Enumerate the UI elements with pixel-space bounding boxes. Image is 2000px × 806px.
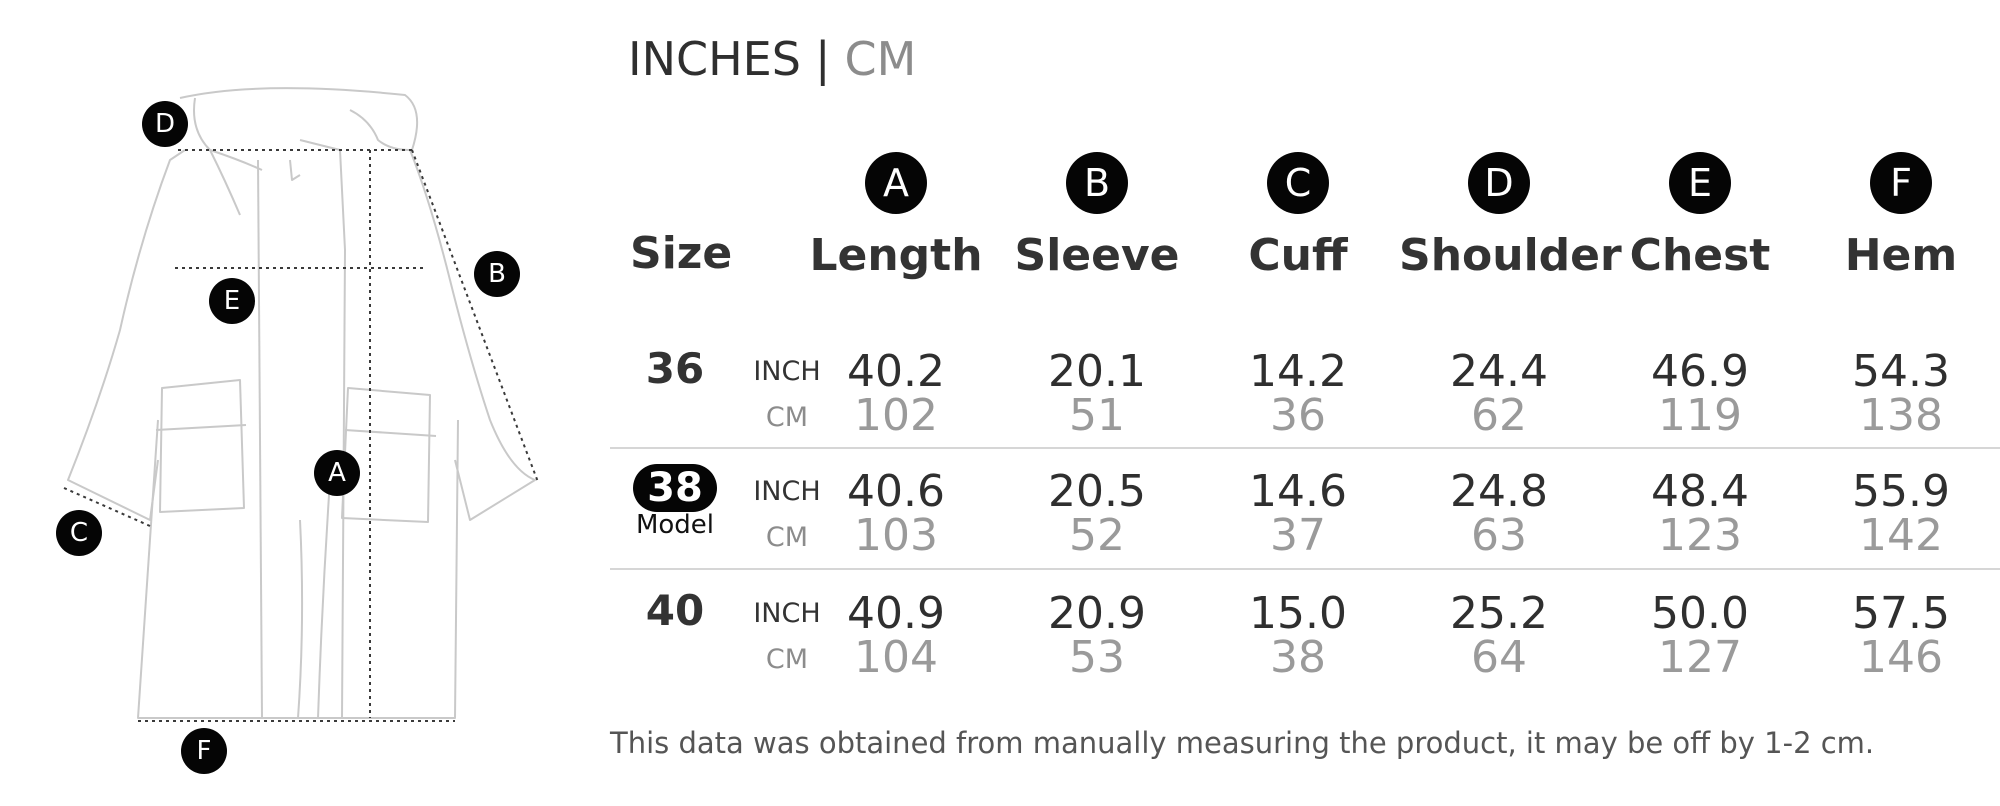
cuff-cm: 37 <box>1270 510 1326 561</box>
size-cell: 40 <box>610 582 740 635</box>
size-row-36: 36 INCH CM 40.2 102 20.1 51 14.2 36 24.4… <box>610 340 2000 460</box>
badge-a: A <box>865 152 927 214</box>
size-value-highlighted: 38 <box>633 464 717 512</box>
sleeve-cm: 53 <box>1069 632 1125 683</box>
chest-cm: 123 <box>1658 510 1742 561</box>
unit-toggle: INCHES | CM <box>628 32 916 86</box>
shoulder-cm: 63 <box>1471 510 1527 561</box>
marker-a: A <box>314 450 360 496</box>
marker-e: E <box>209 278 255 324</box>
column-header-cuff: C Cuff <box>1198 152 1398 281</box>
cuff-cm: 36 <box>1270 390 1326 441</box>
size-row-38: 38 Model INCH CM 40.6 103 20.5 52 14.6 3… <box>610 460 2000 580</box>
column-label: Chest <box>1629 230 1771 281</box>
badge-b: B <box>1066 152 1128 214</box>
hem-cm: 146 <box>1859 632 1943 683</box>
size-row-40: 40 INCH CM 40.9 104 20.9 53 15.0 38 25.2… <box>610 582 2000 702</box>
chest-cm: 127 <box>1658 632 1742 683</box>
measurement-disclaimer: This data was obtained from manually mea… <box>610 726 1875 760</box>
length-cm: 104 <box>854 632 938 683</box>
column-header-shoulder: D Shoulder <box>1399 152 1622 281</box>
size-cell: 38 Model <box>610 460 740 540</box>
model-note: Model <box>635 510 715 540</box>
shoulder-cm: 62 <box>1471 390 1527 441</box>
size-cell: 36 <box>610 340 740 393</box>
size-value: 40 <box>645 586 705 635</box>
size-column-header: Size <box>630 228 733 279</box>
row-divider <box>610 568 2000 570</box>
badge-c: C <box>1267 152 1329 214</box>
cuff-cm: 38 <box>1270 632 1326 683</box>
shoulder-cm: 64 <box>1471 632 1527 683</box>
badge-f: F <box>1870 152 1932 214</box>
length-cm: 103 <box>854 510 938 561</box>
badge-e: E <box>1669 152 1731 214</box>
sleeve-cm: 52 <box>1069 510 1125 561</box>
column-header-hem: F Hem <box>1801 152 2000 281</box>
hem-cm: 142 <box>1859 510 1943 561</box>
column-header-sleeve: B Sleeve <box>997 152 1197 281</box>
sleeve-cm: 51 <box>1069 390 1125 441</box>
coat-sketch <box>63 87 539 722</box>
column-label: Length <box>809 230 983 281</box>
unit-cm-option[interactable]: CM <box>844 32 916 86</box>
marker-f: F <box>181 728 227 774</box>
size-value: 36 <box>645 344 705 393</box>
column-header-chest: E Chest <box>1600 152 1800 281</box>
marker-d: D <box>142 101 188 147</box>
marker-b: B <box>474 251 520 297</box>
row-divider <box>610 447 2000 449</box>
hem-cm: 138 <box>1859 390 1943 441</box>
unit-separator: | <box>814 32 831 86</box>
column-label: Hem <box>1844 230 1958 281</box>
chest-cm: 119 <box>1658 390 1742 441</box>
column-header-length: A Length <box>796 152 996 281</box>
column-label: Sleeve <box>1014 230 1180 281</box>
badge-d: D <box>1468 152 1530 214</box>
unit-inches-option[interactable]: INCHES <box>628 32 801 86</box>
marker-c: C <box>56 510 102 556</box>
column-label: Cuff <box>1248 230 1348 281</box>
column-label: Shoulder <box>1399 230 1622 281</box>
length-cm: 102 <box>854 390 938 441</box>
